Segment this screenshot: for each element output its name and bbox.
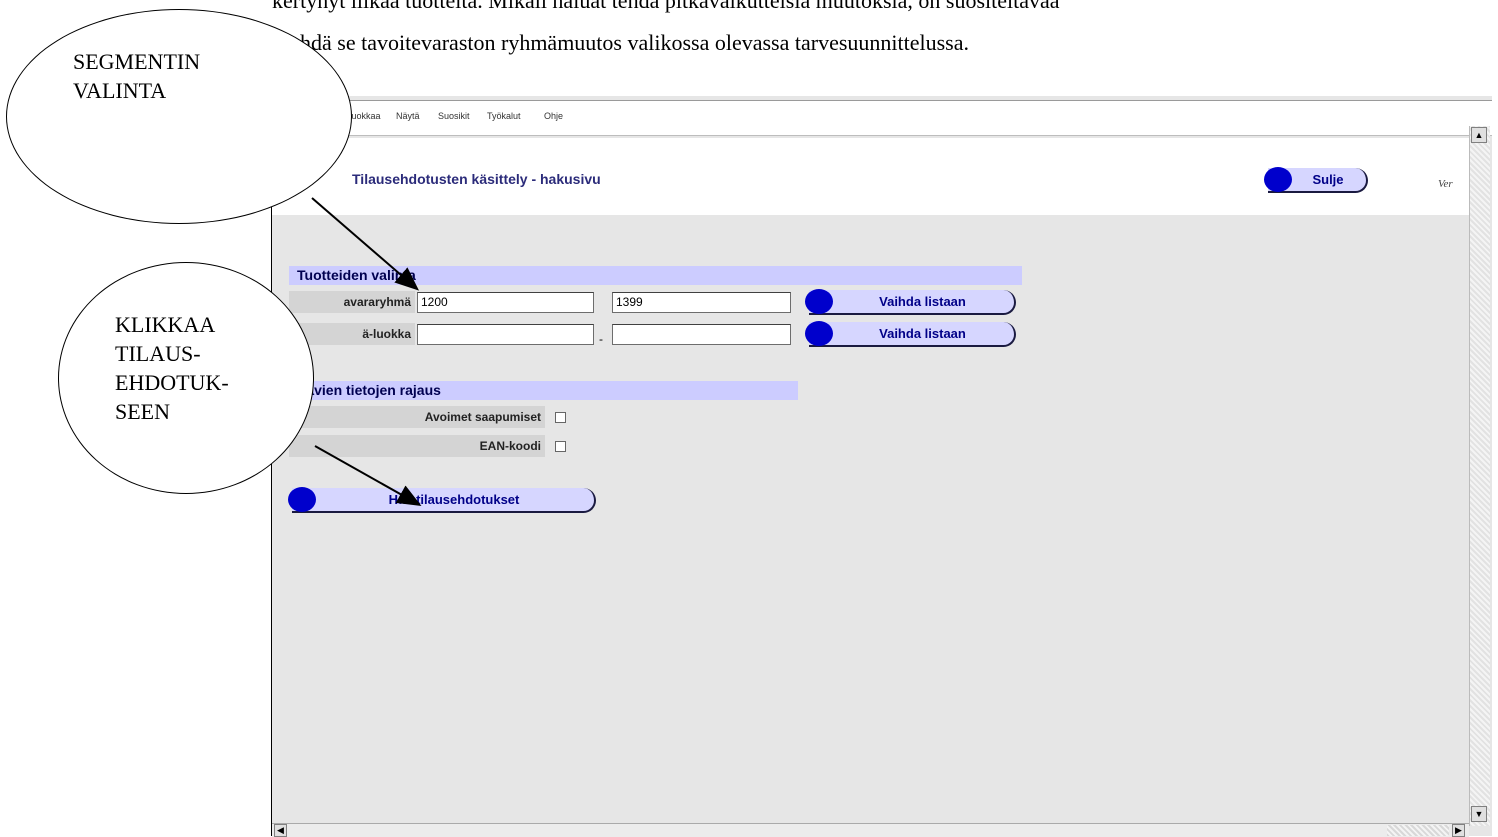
class-to-input[interactable] bbox=[612, 324, 791, 345]
button-bullet-icon bbox=[288, 487, 316, 512]
product-group-to-input[interactable]: 1399 bbox=[612, 292, 791, 313]
version-text: Ver bbox=[1438, 178, 1453, 190]
menu-view[interactable]: Näytä bbox=[396, 111, 420, 125]
scroll-up-arrow-icon[interactable]: ▲ bbox=[1471, 127, 1487, 143]
vertical-scrollbar[interactable]: ▲ ▼ bbox=[1469, 126, 1490, 826]
data-filter-title: ttavien tietojen rajaus bbox=[297, 382, 441, 398]
data-filter-header: ttavien tietojen rajaus bbox=[289, 381, 798, 400]
search-button-label: Hae tilausehdotukset bbox=[388, 492, 520, 507]
scroll-right-arrow-icon[interactable]: ▶ bbox=[1452, 824, 1465, 837]
open-arrivals-checkbox[interactable] bbox=[555, 412, 566, 423]
product-group-label: avararyhmä bbox=[289, 291, 415, 313]
change-to-list-button-2[interactable]: Vaihda listaan bbox=[805, 321, 1016, 347]
horizontal-scrollbar[interactable]: ◀ ▶ bbox=[272, 823, 1469, 837]
close-button[interactable]: Sulje bbox=[1264, 167, 1368, 193]
close-button-label: Sulje bbox=[1312, 172, 1344, 187]
ean-code-label: EAN-koodi bbox=[289, 435, 545, 457]
segment-selection-callout bbox=[6, 9, 352, 224]
change-to-list-label: Vaihda listaan bbox=[879, 294, 966, 309]
button-bullet-icon bbox=[1264, 167, 1292, 192]
search-order-proposals-button[interactable]: Hae tilausehdotukset bbox=[288, 487, 596, 513]
product-group-from-input[interactable]: 1200 bbox=[417, 292, 594, 313]
open-arrivals-label: Avoimet saapumiset bbox=[289, 406, 545, 428]
menu-help[interactable]: Ohje bbox=[544, 111, 563, 125]
click-proposals-callout-text: KLIKKAA TILAUS- EHDOTUK- SEEN bbox=[115, 312, 229, 424]
product-selection-title: Tuotteiden valinta bbox=[297, 267, 416, 283]
segment-selection-callout-text: SEGMENTIN VALINTA bbox=[73, 49, 201, 103]
page-title: Tilausehdotusten käsittely - hakusivu bbox=[352, 171, 601, 187]
range-separator: - bbox=[599, 332, 603, 346]
button-bullet-icon bbox=[805, 289, 833, 314]
class-from-input[interactable] bbox=[417, 324, 594, 345]
button-bullet-icon bbox=[805, 321, 833, 346]
document-text-line-1: kertynyt liikaa tuotteita. Mikäli haluat… bbox=[272, 0, 1060, 13]
change-to-list-button-1[interactable]: Vaihda listaan bbox=[805, 289, 1016, 315]
menu-favorites[interactable]: Suosikit bbox=[438, 111, 470, 125]
page-header: Tilausehdotusten käsittely - hakusivu Su… bbox=[272, 138, 1469, 215]
ean-code-checkbox[interactable] bbox=[555, 441, 566, 452]
scroll-left-arrow-icon[interactable]: ◀ bbox=[274, 824, 287, 837]
document-text-line-2: hdä se tavoitevaraston ryhmämuutos valik… bbox=[300, 30, 970, 55]
menu-tools[interactable]: Työkalut bbox=[487, 111, 521, 125]
menu-bar: Muokkaa Näytä Suosikit Työkalut Ohje bbox=[272, 100, 1492, 136]
product-selection-header: Tuotteiden valinta bbox=[289, 266, 1022, 285]
change-to-list-label: Vaihda listaan bbox=[879, 326, 966, 341]
browser-window: Muokkaa Näytä Suosikit Työkalut Ohje Til… bbox=[271, 96, 1492, 837]
horizontal-scroll-thumb[interactable] bbox=[1387, 825, 1449, 836]
scroll-down-arrow-icon[interactable]: ▼ bbox=[1471, 806, 1487, 822]
